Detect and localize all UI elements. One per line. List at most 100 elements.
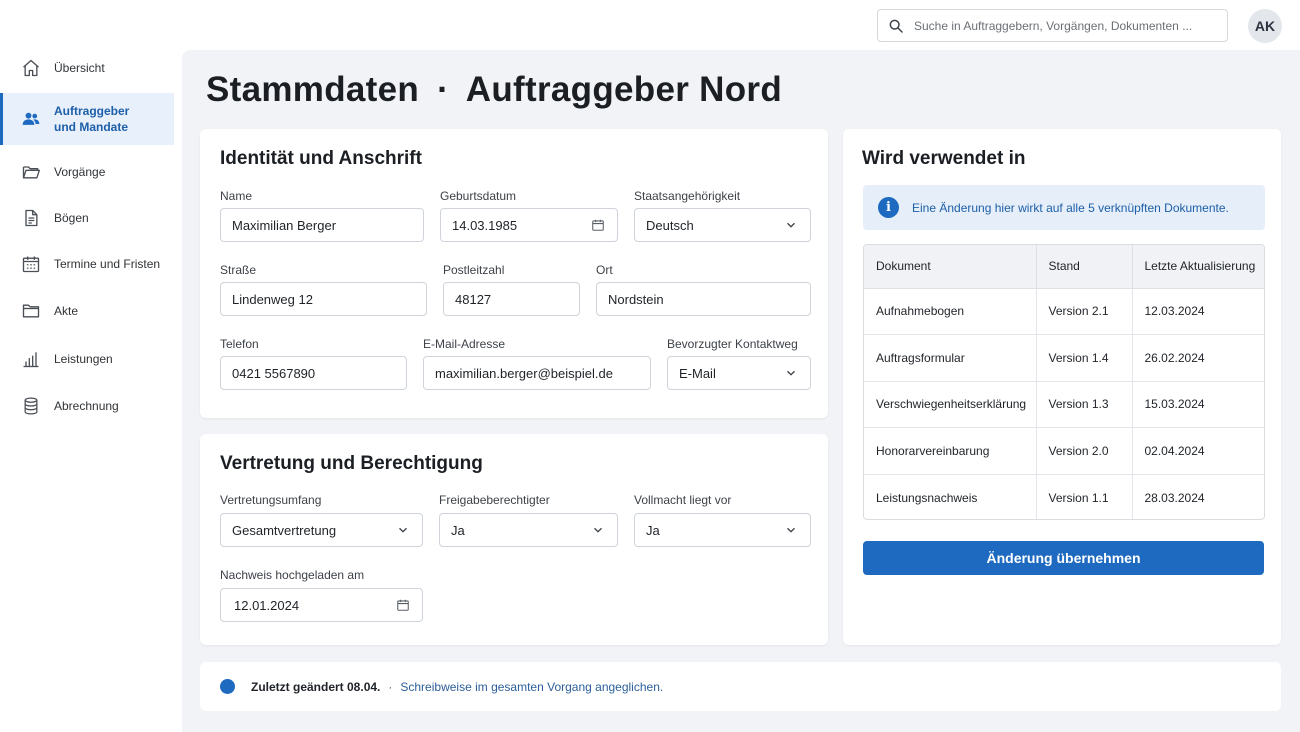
sidebar-item-label: Abrechnung: [54, 399, 119, 413]
chevron-down-icon: [787, 222, 795, 228]
sidebar-item-label-line2: und Mandate: [54, 120, 128, 134]
search-icon: [889, 19, 903, 33]
coins-icon: [21, 396, 41, 416]
sidebar-item-abrechnung[interactable]: Abrechnung: [0, 384, 174, 428]
chevron-down-icon: [594, 527, 602, 533]
avatar[interactable]: AK: [1248, 9, 1282, 43]
search-input[interactable]: [914, 18, 1214, 33]
status-separator: ·: [388, 679, 393, 694]
info-text: Eine Änderung hier wirkt auf alle 5 verk…: [912, 200, 1229, 215]
phone-value: 0421 5567890: [232, 365, 316, 381]
bar-chart-icon: [21, 349, 41, 369]
zip-value: 48127: [455, 291, 492, 307]
city-value: Nordstein: [608, 291, 664, 307]
documents-table: Dokument Stand Letzte Aktualisierung Auf…: [863, 244, 1265, 520]
representation-card-title: Vertretung und Berechtigung: [220, 453, 483, 474]
calendar-icon[interactable]: [396, 598, 410, 612]
column-header-stand[interactable]: Stand: [1036, 245, 1133, 289]
proof-date-field[interactable]: 12.01.2024: [220, 588, 423, 622]
home-icon: [21, 58, 41, 78]
approver-select[interactable]: Ja: [439, 513, 618, 547]
cell-version: Version 2.0: [1036, 427, 1133, 475]
apply-changes-button[interactable]: Änderung übernehmen: [863, 541, 1264, 575]
proof-date-value: 12.01.2024: [234, 597, 300, 613]
sidebar-item-vorgaenge[interactable]: Vorgänge: [0, 150, 174, 194]
column-header-aktualisierung[interactable]: Letzte Aktualisierung: [1132, 245, 1264, 289]
street-field[interactable]: Lindenweg 12: [220, 282, 427, 316]
poa-label: Vollmacht liegt vor: [634, 493, 732, 507]
info-banner: i Eine Änderung hier wirkt auf alle 5 ve…: [863, 185, 1265, 230]
cell-version: Version 1.4: [1036, 334, 1133, 382]
approver-value: Ja: [451, 522, 465, 538]
email-value: maximilian.berger@beispiel.de: [435, 365, 613, 381]
cell-document: Auftragsformular: [864, 334, 1037, 382]
cell-version: Version 1.3: [1036, 381, 1133, 428]
cell-version: Version 2.1: [1036, 288, 1133, 335]
name-field[interactable]: Maximilian Berger: [220, 208, 424, 242]
sidebar-item-label: Übersicht: [54, 61, 105, 75]
column-header-dokument[interactable]: Dokument: [864, 245, 1037, 289]
name-label: Name: [220, 189, 253, 203]
poa-select[interactable]: Ja: [634, 513, 811, 547]
zip-label: Postleitzahl: [443, 263, 505, 277]
nationality-label: Staatsangehörigkeit: [634, 189, 741, 203]
chevron-down-icon: [399, 527, 407, 533]
cell-document: Honorarvereinbarung: [864, 427, 1037, 475]
sidebar-item-label: Termine und Fristen: [54, 257, 161, 271]
scope-label: Vertretungsumfang: [220, 493, 322, 507]
table-row[interactable]: Auftragsformular Version 1.4 26.02.2024: [864, 334, 1264, 382]
status-indicator-icon: [220, 679, 235, 694]
sidebar-item-auftraggeber[interactable]: Auftraggeber und Mandate: [0, 93, 174, 145]
info-icon: i: [878, 197, 899, 218]
cell-document: Aufnahmebogen: [864, 288, 1037, 335]
search-box[interactable]: [877, 9, 1228, 42]
table-row[interactable]: Aufnahmebogen Version 2.1 12.03.2024: [864, 288, 1264, 335]
sidebar-item-leistungen[interactable]: Leistungen: [0, 337, 174, 381]
contact-select[interactable]: E-Mail: [667, 356, 811, 390]
birth-date-label: Geburtsdatum: [440, 189, 517, 203]
cell-date: 12.03.2024: [1132, 288, 1264, 335]
phone-field[interactable]: 0421 5567890: [220, 356, 407, 390]
street-label: Straße: [220, 263, 257, 277]
cell-date: 15.03.2024: [1132, 381, 1264, 428]
city-field[interactable]: Nordstein: [596, 282, 811, 316]
sidebar-item-label: Auftraggeber und Mandate: [54, 103, 129, 135]
scope-value: Gesamtvertretung: [232, 522, 337, 538]
scope-select[interactable]: Gesamtvertretung: [220, 513, 423, 547]
zip-field[interactable]: 48127: [443, 282, 580, 316]
folder-icon: [21, 301, 41, 321]
page-title-subtitle: Auftraggeber Nord: [465, 70, 783, 109]
users-icon: [21, 109, 41, 129]
city-label: Ort: [596, 263, 613, 277]
table-row[interactable]: Verschwiegenheitserklärung Version 1.3 1…: [864, 381, 1264, 428]
table-row[interactable]: Honorarvereinbarung Version 2.0 02.04.20…: [864, 427, 1264, 475]
sidebar-item-termine[interactable]: Termine und Fristen: [0, 242, 174, 286]
document-icon: [21, 208, 41, 228]
chevron-down-icon: [787, 527, 795, 533]
approver-label: Freigabeberechtigter: [439, 493, 550, 507]
table-row[interactable]: Leistungsnachweis Version 1.1 28.03.2024: [864, 474, 1264, 519]
cell-version: Version 1.1: [1036, 474, 1133, 519]
sidebar-item-boegen[interactable]: Bögen: [0, 196, 174, 240]
sidebar-item-label: Vorgänge: [54, 165, 106, 179]
phone-label: Telefon: [220, 337, 259, 351]
status-last-changed: Zuletzt geändert 08.04.: [251, 679, 381, 694]
sidebar-item-label: Leistungen: [54, 352, 113, 366]
sidebar-item-uebersicht[interactable]: Übersicht: [0, 46, 174, 90]
nationality-select[interactable]: Deutsch: [634, 208, 811, 242]
birth-date-field[interactable]: 14.03.1985: [440, 208, 618, 242]
page-title-separator: ·: [437, 70, 450, 109]
nationality-value: Deutsch: [646, 217, 694, 233]
table-header-row: Dokument Stand Letzte Aktualisierung: [864, 245, 1264, 289]
contact-value: E-Mail: [679, 365, 716, 381]
sidebar-item-akte[interactable]: Akte: [0, 289, 174, 333]
page-title: Stammdaten · Auftraggeber Nord: [206, 70, 782, 110]
poa-value: Ja: [646, 522, 660, 538]
contact-label: Bevorzugter Kontaktweg: [667, 337, 798, 351]
chevron-down-icon: [787, 370, 795, 376]
email-field[interactable]: maximilian.berger@beispiel.de: [423, 356, 651, 390]
name-value: Maximilian Berger: [232, 217, 337, 233]
birth-date-value: 14.03.1985: [452, 217, 518, 233]
sidebar: Übersicht Auftraggeber und Mandate Vorgä…: [0, 0, 182, 732]
calendar-icon[interactable]: [591, 218, 605, 232]
